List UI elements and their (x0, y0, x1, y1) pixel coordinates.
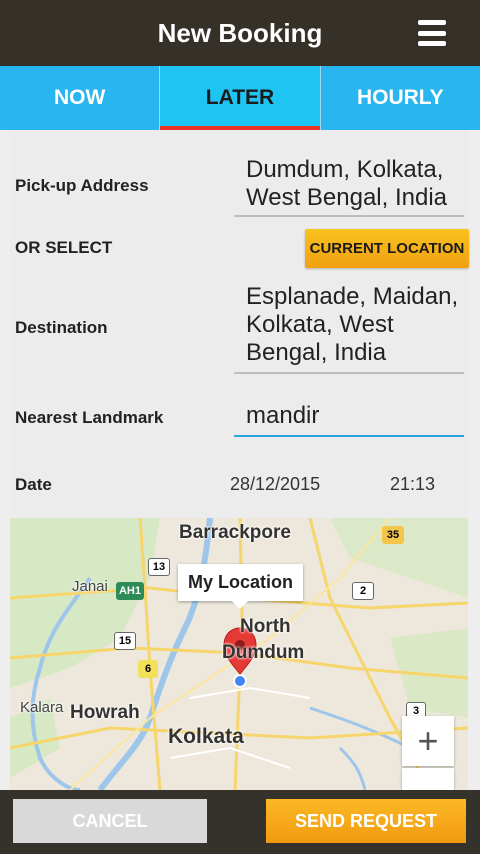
map-label-dumdum: Dumdum (222, 642, 305, 663)
tab-now[interactable]: NOW (0, 66, 161, 130)
map-label-howrah: Howrah (70, 702, 140, 723)
highway-shield-2: 2 (352, 582, 374, 600)
zoom-in-button[interactable]: + (402, 716, 454, 766)
tab-later[interactable]: LATER (160, 66, 321, 130)
landmark-label: Nearest Landmark (15, 408, 164, 427)
destination-label: Destination (15, 318, 108, 337)
map-label-kolkata: Kolkata (168, 725, 244, 748)
date-picker[interactable]: 28/12/2015 (230, 474, 320, 495)
time-picker[interactable]: 21:13 (390, 474, 435, 495)
booking-screen: New Booking NOW LATER HOURLY Pick-up Add… (0, 0, 480, 854)
map-label-barrackpore: Barrackpore (179, 522, 291, 543)
pickup-address-field[interactable]: Dumdum, Kolkata, West Bengal, India (234, 156, 464, 218)
landmark-value: mandir (246, 402, 320, 429)
tab-hourly[interactable]: HOURLY (321, 66, 480, 130)
zoom-out-button[interactable] (402, 768, 454, 790)
cancel-button[interactable]: CANCEL (13, 799, 207, 843)
highway-shield-ah1: AH1 (116, 582, 144, 600)
or-select-label: OR SELECT (15, 238, 113, 257)
pickup-value-line-2: West Bengal, India (246, 184, 448, 211)
destination-field[interactable]: Esplanade, Maidan, Kolkata, West Bengal,… (234, 283, 464, 375)
map-label-janai: Janai (72, 578, 108, 595)
highway-shield-13: 13 (148, 558, 170, 576)
pickup-value-line-1: Dumdum, Kolkata, (246, 156, 444, 183)
destination-value-line-3: Bengal, India (246, 339, 387, 366)
location-map[interactable]: Barrackpore Janai North Dumdum Kalara Ho… (10, 518, 468, 790)
highway-shield-15: 15 (114, 632, 136, 650)
map-label-north: North (240, 616, 291, 637)
highway-shield-6: 6 (138, 660, 158, 678)
action-footer: CANCEL SEND REQUEST (0, 790, 480, 854)
booking-form: Pick-up Address Dumdum, Kolkata, West Be… (10, 130, 469, 518)
highway-shield-35: 35 (382, 526, 404, 544)
hamburger-menu-icon[interactable] (418, 20, 446, 46)
page-title: New Booking (157, 17, 323, 48)
booking-type-tabs: NOW LATER HOURLY (0, 66, 480, 130)
my-location-tooltip[interactable]: My Location (178, 564, 304, 609)
send-request-button[interactable]: SEND REQUEST (266, 799, 466, 843)
pickup-label: Pick-up Address (15, 176, 149, 195)
date-label: Date (15, 475, 52, 494)
map-label-kalara: Kalara (20, 699, 64, 716)
landmark-input[interactable]: mandir (234, 402, 464, 438)
destination-value-line-1: Esplanade, Maidan, (246, 283, 459, 310)
destination-value-line-2: Kolkata, West (246, 311, 394, 338)
current-location-button[interactable]: CURRENT LOCATION (305, 229, 469, 268)
app-header: New Booking (0, 0, 480, 66)
